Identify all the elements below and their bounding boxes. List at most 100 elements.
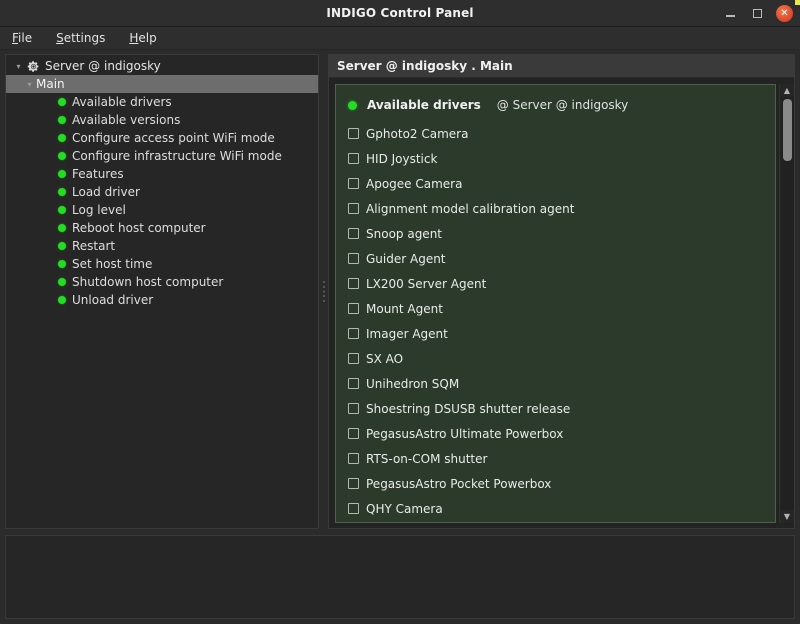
driver-checkbox[interactable] — [348, 253, 359, 264]
status-dot-icon — [58, 260, 66, 268]
driver-checkbox[interactable] — [348, 328, 359, 339]
driver-label: LX200 Server Agent — [366, 276, 487, 291]
vertical-scrollbar[interactable]: ▲ ▼ — [779, 84, 794, 523]
window-title: INDIGO Control Panel — [326, 6, 474, 20]
driver-label: Snoop agent — [366, 226, 443, 241]
driver-checkbox[interactable] — [348, 128, 359, 139]
driver-row[interactable]: SX AO — [348, 346, 765, 371]
driver-row[interactable]: PegasusAstro Pocket Powerbox — [348, 471, 765, 496]
corner-accent — [795, 0, 800, 5]
driver-checkbox[interactable] — [348, 303, 359, 314]
menu-settings-label: ettings — [63, 31, 106, 45]
tree-item-label: Load driver — [72, 185, 140, 199]
driver-row[interactable]: LX200 Server Agent — [348, 271, 765, 296]
driver-row[interactable]: Shoestring DSUSB shutter release — [348, 396, 765, 421]
driver-checkbox[interactable] — [348, 203, 359, 214]
log-panel[interactable] — [5, 535, 795, 619]
chevron-down-icon[interactable]: ▾ — [23, 80, 36, 89]
driver-row[interactable]: Alignment model calibration agent — [348, 196, 765, 221]
driver-label: RTS-on-COM shutter — [366, 451, 488, 466]
tree-item-configure-access-point-wifi-mode[interactable]: Configure access point WiFi mode — [6, 129, 318, 147]
tree-item-configure-infrastructure-wifi-mode[interactable]: Configure infrastructure WiFi mode — [6, 147, 318, 165]
tree-item-restart[interactable]: Restart — [6, 237, 318, 255]
tree-item-set-host-time[interactable]: Set host time — [6, 255, 318, 273]
tree-item-label: Features — [72, 167, 124, 181]
driver-label: Apogee Camera — [366, 176, 463, 191]
tree-item-available-versions[interactable]: Available versions — [6, 111, 318, 129]
status-dot-icon — [58, 152, 66, 160]
tree-item-unload-driver[interactable]: Unload driver — [6, 291, 318, 309]
driver-checkbox[interactable] — [348, 278, 359, 289]
tree-item-main[interactable]: ▾ Main — [6, 75, 318, 93]
status-dot-icon — [58, 278, 66, 286]
driver-row[interactable]: PegasusAstro Ultimate Powerbox — [348, 421, 765, 446]
driver-row[interactable]: Unihedron SQM — [348, 371, 765, 396]
menu-file[interactable]: File — [9, 29, 35, 47]
driver-checkbox[interactable] — [348, 178, 359, 189]
menu-file-label: ile — [18, 31, 33, 45]
device-tree-panel[interactable]: ▾ Server @ indigosky ▾ Main Available dr… — [5, 54, 319, 529]
menu-settings-mnemonic: S — [56, 31, 64, 45]
gear-icon — [25, 60, 41, 73]
content-area: ▾ Server @ indigosky ▾ Main Available dr… — [0, 50, 800, 624]
scrollbar-thumb[interactable] — [782, 99, 792, 161]
panel-header-title: Server @ indigosky . Main — [337, 59, 513, 73]
menu-help-label: elp — [138, 31, 157, 45]
driver-row[interactable]: Apogee Camera — [348, 171, 765, 196]
tree-item-server[interactable]: ▾ Server @ indigosky — [6, 57, 318, 75]
driver-label: Alignment model calibration agent — [366, 201, 575, 216]
driver-checkbox[interactable] — [348, 353, 359, 364]
status-dot-icon — [58, 116, 66, 124]
driver-checkbox[interactable] — [348, 228, 359, 239]
driver-row[interactable]: QHY Camera — [348, 496, 765, 521]
driver-checkbox[interactable] — [348, 153, 359, 164]
driver-label: PegasusAstro Ultimate Powerbox — [366, 426, 564, 441]
panel-body: Available drivers @ Server @ indigosky G… — [329, 78, 794, 528]
group-title-row: Available drivers @ Server @ indigosky — [348, 94, 765, 116]
status-dot-icon — [348, 100, 357, 110]
status-dot-icon — [58, 206, 66, 214]
tree-item-server-label: Server @ indigosky — [45, 59, 161, 73]
chevron-down-icon[interactable]: ▾ — [12, 62, 25, 71]
driver-label: PegasusAstro Pocket Powerbox — [366, 476, 552, 491]
driver-row[interactable]: Imager Agent — [348, 321, 765, 346]
status-dot-icon — [58, 296, 66, 304]
scrollbar-track[interactable] — [780, 97, 794, 510]
menu-settings[interactable]: Settings — [53, 29, 108, 47]
tree-item-available-drivers[interactable]: Available drivers — [6, 93, 318, 111]
driver-checkbox[interactable] — [348, 428, 359, 439]
driver-row[interactable]: HID Joystick — [348, 146, 765, 171]
status-dot-icon — [58, 224, 66, 232]
status-dot-icon — [58, 134, 66, 142]
group-source: @ Server @ indigosky — [496, 98, 629, 112]
menu-help[interactable]: Help — [126, 29, 159, 47]
driver-row[interactable]: Guider Agent — [348, 246, 765, 271]
panel-splitter[interactable] — [319, 54, 328, 529]
minimize-button[interactable] — [722, 5, 738, 21]
maximize-icon — [752, 8, 762, 18]
tree-item-log-level[interactable]: Log level — [6, 201, 318, 219]
driver-checkbox[interactable] — [348, 503, 359, 514]
menu-bar: File Settings Help — [0, 27, 800, 50]
tree-item-label: Log level — [72, 203, 126, 217]
driver-label: QHY Camera — [366, 501, 443, 516]
tree-item-label: Set host time — [72, 257, 153, 271]
maximize-button[interactable] — [749, 5, 765, 21]
tree-item-shutdown-host-computer[interactable]: Shutdown host computer — [6, 273, 318, 291]
close-button[interactable]: ✕ — [776, 4, 793, 22]
scroll-down-icon[interactable]: ▼ — [781, 510, 794, 523]
driver-checkbox[interactable] — [348, 403, 359, 414]
driver-row[interactable]: RTS-on-COM shutter — [348, 446, 765, 471]
driver-checkbox[interactable] — [348, 378, 359, 389]
tree-item-label: Restart — [72, 239, 116, 253]
driver-row[interactable]: ToupTek Camera — [348, 521, 765, 522]
driver-row[interactable]: Gphoto2 Camera — [348, 121, 765, 146]
driver-checkbox[interactable] — [348, 453, 359, 464]
driver-checkbox[interactable] — [348, 478, 359, 489]
driver-row[interactable]: Mount Agent — [348, 296, 765, 321]
scroll-up-icon[interactable]: ▲ — [781, 84, 794, 97]
driver-row[interactable]: Snoop agent — [348, 221, 765, 246]
tree-item-features[interactable]: Features — [6, 165, 318, 183]
tree-item-reboot-host-computer[interactable]: Reboot host computer — [6, 219, 318, 237]
tree-item-load-driver[interactable]: Load driver — [6, 183, 318, 201]
